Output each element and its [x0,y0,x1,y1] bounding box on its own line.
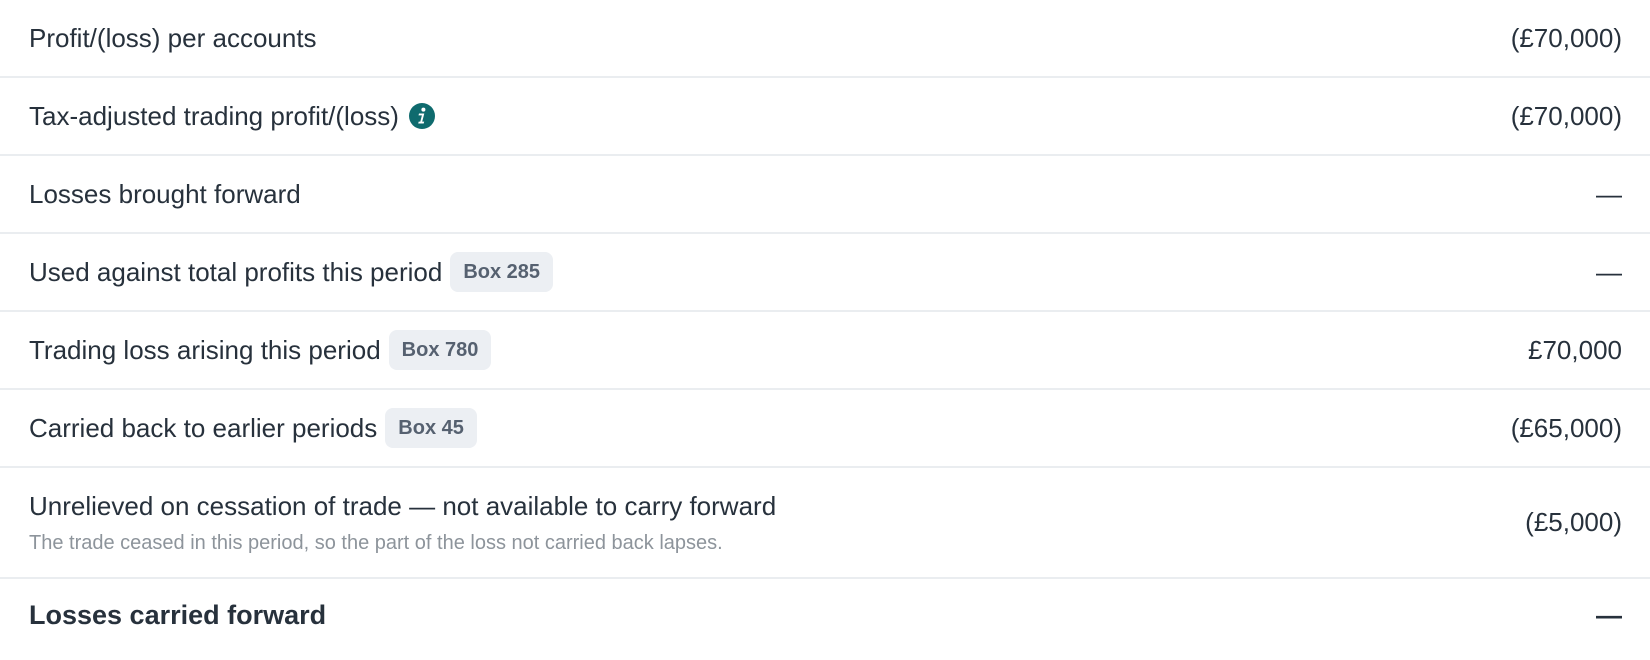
row-value: — [1596,256,1622,287]
row-label: Trading loss arising this period [29,335,381,365]
box-badge: Box 285 [450,252,554,292]
row-value: — [1596,178,1622,209]
row-trading-loss-arising: Trading loss arising this period Box 780… [0,312,1650,390]
row-unrelieved-on-cessation: Unrelieved on cessation of trade — not a… [0,468,1650,579]
box-badge: Box 45 [385,408,477,448]
row-value: (£65,000) [1510,412,1622,443]
row-value: (£70,000) [1510,22,1622,53]
row-label: Unrelieved on cessation of trade — not a… [29,491,777,521]
row-label: Profit/(loss) per accounts [29,23,317,53]
row-value: (£70,000) [1510,100,1622,131]
row-label: Tax-adjusted trading profit/(loss) [29,101,399,131]
loss-summary-table: Profit/(loss) per accounts (£70,000) Tax… [0,0,1650,651]
row-note: The trade ceased in this period, so the … [29,532,723,554]
row-value: — [1596,599,1622,630]
info-icon[interactable] [408,102,436,130]
row-label: Carried back to earlier periods [29,413,378,443]
row-value: £70,000 [1528,334,1622,365]
row-label: Losses carried forward [29,600,327,630]
row-carried-back: Carried back to earlier periods Box 45 (… [0,390,1650,468]
row-tax-adjusted-trading-profit: Tax-adjusted trading profit/(loss) (£70,… [0,78,1650,156]
row-profit-loss-per-accounts: Profit/(loss) per accounts (£70,000) [0,0,1650,78]
box-badge: Box 780 [388,330,492,370]
row-losses-carried-forward: Losses carried forward — [0,579,1650,651]
row-losses-brought-forward: Losses brought forward — [0,156,1650,234]
row-label: Used against total profits this period [29,257,443,287]
row-label: Losses brought forward [29,179,301,209]
row-used-against-total-profits: Used against total profits this period B… [0,234,1650,312]
row-value: (£5,000) [1525,507,1622,537]
